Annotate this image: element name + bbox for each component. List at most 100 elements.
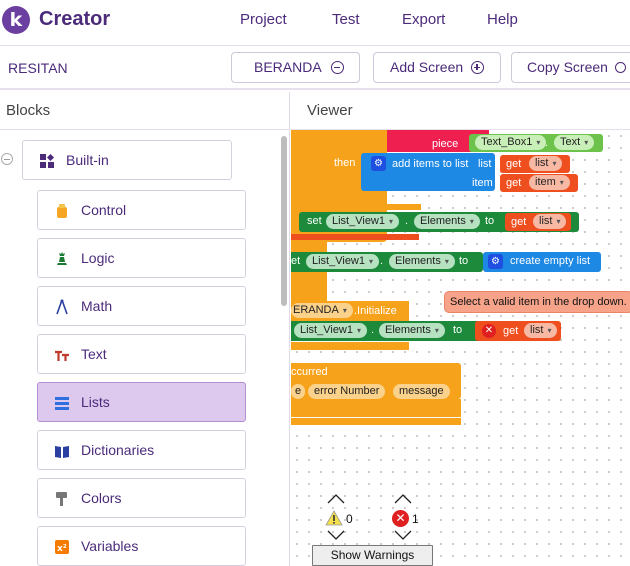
warning-prev-icon[interactable] [327, 494, 345, 504]
add-icon [471, 61, 484, 74]
screen-select-label: BERANDA [254, 59, 322, 75]
category-logic[interactable]: Logic [37, 238, 246, 278]
blocks-panel: Blocks Built-in Control Logic Math Text … [0, 92, 290, 566]
elements-dropdown[interactable]: Elements ▾ [414, 214, 480, 229]
control-icon [57, 204, 67, 218]
error-prev-icon[interactable] [394, 494, 412, 504]
text-prop-dropdown[interactable]: Text ▾ [554, 135, 595, 150]
param-message: message [393, 384, 450, 399]
colors-icon [56, 492, 67, 506]
add-items-label: add items to list [392, 158, 469, 170]
get-keyword: get [503, 325, 519, 337]
math-icon [56, 299, 68, 315]
category-label: Lists [81, 394, 110, 410]
category-label: Colors [81, 490, 122, 506]
get-keyword: get [506, 158, 522, 170]
gear-icon[interactable]: ⚙ [488, 254, 503, 269]
category-lists[interactable]: Lists [37, 382, 246, 422]
add-screen-button[interactable]: Add Screen [373, 52, 501, 83]
blocks-title: Blocks [6, 102, 51, 119]
elements-dropdown[interactable]: Elements ▾ [379, 323, 445, 338]
project-bar: RESITAN BERANDA Add Screen Copy Screen [0, 46, 630, 90]
category-label: Logic [81, 250, 115, 266]
error-next-icon[interactable] [394, 530, 412, 540]
get-item-dropdown[interactable]: item ▾ [529, 175, 570, 190]
get-keyword: get [511, 216, 527, 228]
initialize-label: .Initialize [354, 305, 397, 317]
screen-select-button[interactable]: BERANDA [231, 52, 360, 83]
menu-project[interactable]: Project [240, 11, 287, 28]
blocks-scrollbar[interactable] [281, 136, 287, 306]
then-keyword: then [334, 157, 356, 169]
viewer-panel: Viewer then piece Text_Box1 ▾ . Text ▾ ⚙ a… [291, 92, 630, 566]
to-keyword: to [453, 324, 463, 336]
set-keyword: set [307, 215, 322, 227]
piece-label: piece [432, 138, 459, 150]
menu-test[interactable]: Test [332, 11, 360, 28]
dictionaries-icon [55, 446, 69, 458]
error-count-icon: ✕ [392, 510, 409, 527]
dot-separator: . [371, 324, 375, 336]
category-colors[interactable]: Colors [37, 478, 246, 518]
event-block-edge [291, 272, 297, 284]
error-icon[interactable]: ✕ [482, 324, 496, 338]
copy-icon [615, 62, 626, 73]
category-dictionaries[interactable]: Dictionaries [37, 430, 246, 470]
blocks-workspace[interactable]: then piece Text_Box1 ▾ . Text ▾ ⚙ add item… [291, 130, 630, 566]
blocks-header: Blocks [0, 92, 290, 130]
category-variables[interactable]: x² Variables [37, 526, 246, 566]
get-list-dropdown[interactable]: list ▾ [529, 156, 563, 171]
divider-bar [291, 234, 419, 240]
copy-screen-label: Copy Screen [527, 59, 608, 75]
category-label: Dictionaries [81, 442, 155, 458]
text-box-dropdown[interactable]: Text_Box1 ▾ [475, 135, 547, 150]
builtin-icon [40, 153, 55, 168]
gear-icon[interactable]: ⚙ [371, 156, 386, 171]
category-label: Math [81, 298, 113, 314]
category-control[interactable]: Control [37, 190, 246, 230]
create-empty-label: create empty list [510, 255, 591, 267]
menu-help[interactable]: Help [487, 11, 518, 28]
text-icon [55, 350, 69, 361]
copy-screen-button[interactable]: Copy Screen [511, 52, 630, 83]
list-view-dropdown[interactable]: List_View1 ▾ [326, 214, 400, 229]
initialize-event-bottom [291, 342, 409, 350]
error-tooltip: Select a valid item in the drop down. [444, 291, 630, 313]
get-list-dropdown[interactable]: list ▾ [533, 214, 567, 229]
brand-name[interactable]: Creator [39, 8, 110, 31]
add-screen-label: Add Screen [390, 59, 464, 75]
viewer-header: Viewer [291, 92, 630, 130]
get-keyword: get [506, 177, 522, 189]
menu-export[interactable]: Export [402, 11, 445, 28]
error-occurred-label: ccurred [291, 366, 328, 378]
category-label: Variables [81, 538, 139, 554]
get-list-dropdown[interactable]: list ▾ [524, 323, 558, 338]
list-view-dropdown[interactable]: List_View1 ▾ [294, 323, 368, 338]
param-e: e [291, 384, 306, 399]
param-error-number: error Number [308, 384, 386, 399]
to-keyword: to [459, 255, 469, 267]
app-window: k Creator Project Test Export Help RESIT… [0, 0, 630, 566]
list-view-dropdown[interactable]: List_View1 ▾ [306, 254, 380, 269]
variables-icon: x² [55, 540, 69, 554]
item-keyword: item [472, 177, 493, 189]
to-keyword: to [485, 215, 495, 227]
error-event-bottom [291, 418, 461, 425]
top-bar: k Creator Project Test Export Help [0, 0, 630, 46]
lists-icon [55, 397, 69, 410]
error-event-body [291, 399, 461, 417]
elements-dropdown[interactable]: Elements ▾ [389, 254, 455, 269]
builtin-category[interactable]: Built-in [22, 140, 232, 180]
category-math[interactable]: Math [37, 286, 246, 326]
dropdown-icon [331, 61, 344, 74]
logo-icon[interactable]: k [2, 6, 30, 34]
show-warnings-button[interactable]: Show Warnings [312, 545, 433, 566]
screen-dropdown[interactable]: ERANDA ▾ [291, 303, 353, 318]
category-label: Text [81, 346, 107, 362]
warning-next-icon[interactable] [327, 530, 345, 540]
collapse-icon[interactable] [1, 153, 13, 165]
control-block-bottom [291, 204, 421, 210]
category-text[interactable]: Text [37, 334, 246, 374]
set-keyword: et [291, 255, 301, 267]
category-label: Control [81, 202, 127, 218]
